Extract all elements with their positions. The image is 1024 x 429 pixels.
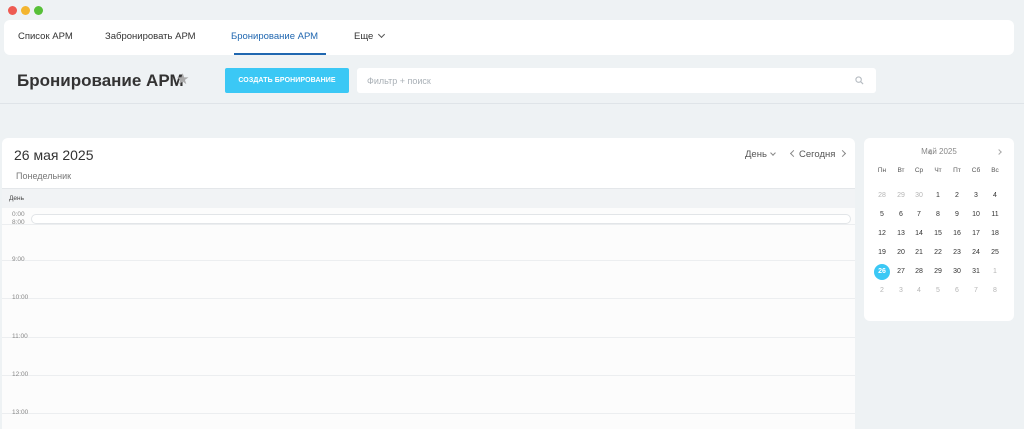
calendar-day[interactable]: 25 (987, 245, 1003, 261)
maximize-window-dot[interactable] (34, 6, 43, 15)
calendar-day[interactable]: 5 (874, 207, 890, 223)
hour-label: 12:00 (12, 371, 29, 378)
calendar-day[interactable]: 1 (930, 188, 946, 204)
hour-line (2, 224, 855, 225)
calendar-day[interactable]: 7 (968, 283, 984, 299)
chevron-down-icon (770, 150, 776, 156)
weekday-header: Вт (897, 167, 905, 174)
search-icon[interactable] (855, 76, 864, 85)
hour-line (2, 413, 855, 414)
calendar-day[interactable]: 15 (930, 226, 946, 242)
calendar-day[interactable]: 3 (968, 188, 984, 204)
calendar-day[interactable]: 30 (949, 264, 965, 280)
minimize-window-dot[interactable] (21, 6, 30, 15)
view-mode-label: День (745, 149, 767, 160)
mini-calendar: Май 2025 Пн Вт Ср Чт Пт Сб Вс 28 29 30 1 2 3 4 5 6 7 8 9 10… (864, 138, 1014, 321)
calendar-day[interactable]: 26 (874, 264, 890, 280)
active-tab-underline (234, 53, 326, 55)
calendar-day[interactable]: 5 (930, 283, 946, 299)
calendar-day[interactable]: 21 (911, 245, 927, 261)
calendar-day[interactable]: 18 (987, 226, 1003, 242)
close-window-dot[interactable] (8, 6, 17, 15)
hour-line (2, 375, 855, 376)
day-header-strip: День (2, 188, 855, 208)
all-day-slot[interactable] (31, 214, 851, 224)
calendar-day[interactable]: 28 (911, 264, 927, 280)
calendar-day[interactable]: 22 (930, 245, 946, 261)
calendar-day[interactable]: 12 (874, 226, 890, 242)
calendar-day[interactable]: 8 (930, 207, 946, 223)
calendar-day[interactable]: 29 (893, 188, 909, 204)
weekday-header: Пн (877, 167, 887, 174)
favorite-star-icon[interactable]: ★ (176, 70, 189, 88)
search-box (357, 68, 876, 93)
calendar-day[interactable]: 19 (874, 245, 890, 261)
calendar-day[interactable]: 1 (987, 264, 1003, 280)
calendar-day[interactable]: 3 (893, 283, 909, 299)
hour-line (2, 337, 855, 338)
nav-item-more[interactable]: Еще (354, 30, 386, 42)
calendar-day[interactable]: 6 (949, 283, 965, 299)
hour-label: 0:00 (12, 211, 25, 218)
page-title: Бронирование АРМ (17, 71, 184, 90)
calendar-day[interactable]: 31 (968, 264, 984, 280)
header-divider (0, 103, 1024, 104)
nav-item-book-arm[interactable]: Забронировать АРМ (105, 31, 196, 42)
calendar-day[interactable]: 2 (949, 188, 965, 204)
calendar-day[interactable]: 16 (949, 226, 965, 242)
nav-item-arm-list[interactable]: Список АРМ (18, 31, 73, 42)
calendar-day[interactable]: 13 (893, 226, 909, 242)
weekday-header: Вс (991, 167, 999, 174)
view-mode-select[interactable]: День (745, 149, 776, 160)
weekday-header: Ср (914, 167, 924, 174)
calendar-day[interactable]: 4 (911, 283, 927, 299)
calendar-day[interactable]: 20 (893, 245, 909, 261)
hour-label: 8:00 (12, 219, 25, 226)
mini-calendar-month: Май 2025 (921, 147, 957, 156)
day-calendar-panel: 26 мая 2025 Понедельник День Сегодня Ден… (2, 138, 855, 429)
next-day-arrow-icon[interactable] (838, 149, 847, 158)
calendar-day[interactable]: 6 (893, 207, 909, 223)
hour-label: 13:00 (12, 409, 29, 416)
day-column-label: День (9, 195, 24, 202)
calendar-day[interactable]: 24 (968, 245, 984, 261)
calendar-day[interactable]: 2 (874, 283, 890, 299)
search-input[interactable] (367, 68, 847, 93)
hour-label: 10:00 (12, 294, 29, 301)
window-titlebar (0, 0, 1024, 20)
calendar-day[interactable]: 14 (911, 226, 927, 242)
calendar-day[interactable]: 29 (930, 264, 946, 280)
weekday-header: Сб (971, 167, 981, 174)
time-grid[interactable]: 0:00 8:00 9:00 10:00 11:00 12:00 13:00 (2, 208, 855, 429)
weekday-header: Чт (934, 167, 942, 174)
current-date: 26 мая 2025 (14, 147, 94, 163)
calendar-day[interactable]: 17 (968, 226, 984, 242)
previous-day-arrow-icon[interactable] (789, 149, 798, 158)
hour-line (2, 298, 855, 299)
calendar-day[interactable]: 11 (987, 207, 1003, 223)
weekday-header: Пт (953, 167, 961, 174)
today-button[interactable]: Сегодня (799, 149, 835, 160)
calendar-day[interactable]: 28 (874, 188, 890, 204)
nav-item-arm-bookings[interactable]: Бронирование АРМ (231, 31, 318, 42)
chevron-down-icon (378, 30, 386, 39)
hour-label: 11:00 (12, 333, 28, 340)
current-weekday: Понедельник (16, 171, 72, 181)
hour-line (2, 260, 855, 261)
calendar-day[interactable]: 8 (987, 283, 1003, 299)
nav-item-more-label: Еще (354, 31, 374, 42)
calendar-day[interactable]: 10 (968, 207, 984, 223)
hour-label: 9:00 (12, 256, 25, 263)
calendar-day[interactable]: 23 (949, 245, 965, 261)
calendar-day[interactable]: 27 (893, 264, 909, 280)
calendar-day[interactable]: 30 (911, 188, 927, 204)
calendar-day[interactable]: 7 (911, 207, 927, 223)
create-booking-button[interactable]: СОЗДАТЬ БРОНИРОВАНИЕ (225, 68, 349, 93)
top-navigation: Список АРМ Забронировать АРМ Бронировани… (4, 20, 1014, 55)
calendar-day[interactable]: 4 (987, 188, 1003, 204)
calendar-day[interactable]: 9 (949, 207, 965, 223)
